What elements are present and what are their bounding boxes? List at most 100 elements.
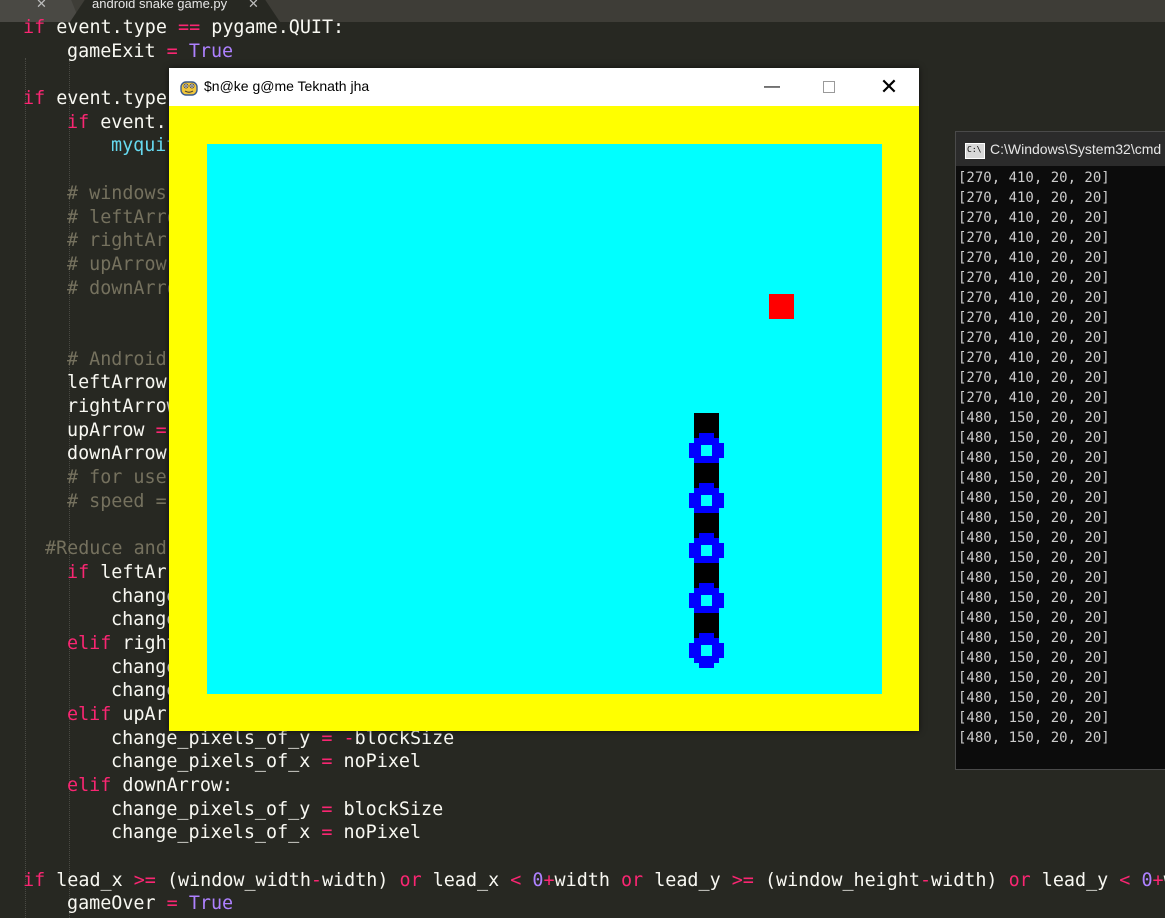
code-token: >=: [133, 869, 156, 891]
code-token: noPixel: [332, 822, 422, 844]
snake-segment-core: [701, 545, 712, 556]
code-token: =: [166, 893, 178, 915]
cmd-output-line: [270, 410, 20, 20]: [958, 170, 1110, 186]
cmd-output-line: [270, 410, 20, 20]: [958, 270, 1110, 286]
code-token: if: [23, 17, 46, 38]
code-token: elif: [67, 703, 112, 725]
cmd-output-line: [270, 410, 20, 20]: [958, 290, 1110, 306]
code-token: change: [111, 609, 178, 631]
code-token: if: [67, 111, 90, 133]
code-token: =: [321, 822, 333, 844]
close-button[interactable]: ✕: [866, 68, 912, 106]
cmd-output-line: [480, 150, 20, 20]: [958, 470, 1110, 486]
code-token: elif: [67, 632, 112, 654]
cmd-output-line: [480, 150, 20, 20]: [958, 430, 1110, 446]
code-token: 0: [1141, 869, 1153, 891]
pygame-window[interactable]: $n@ke g@me Teknath jha — ✕: [169, 68, 919, 731]
code-token: #Reduce and c: [45, 538, 189, 560]
cmd-output-line: [480, 150, 20, 20]: [958, 550, 1110, 566]
code-token: (window_height: [753, 869, 920, 891]
code-token: pygame.QUIT:: [200, 17, 345, 38]
code-token: # Android: [67, 348, 167, 370]
code-token: if: [23, 869, 46, 891]
code-token: myquit: [111, 135, 178, 157]
cmd-output-line: [270, 410, 20, 20]: [958, 310, 1110, 326]
code-token: +: [543, 869, 555, 891]
code-token: # downArro: [67, 277, 178, 299]
code-token: =: [321, 751, 333, 773]
cmd-output-line: [270, 410, 20, 20]: [958, 210, 1110, 226]
game-canvas[interactable]: [169, 106, 919, 731]
code-token: >=: [731, 869, 754, 891]
cmd-output: [270, 410, 20, 20] [270, 410, 20, 20] [270…: [956, 166, 1165, 748]
code-token: # speed =: [67, 490, 167, 512]
code-token: (window_width: [155, 869, 311, 891]
cmd-output-line: [270, 410, 20, 20]: [958, 190, 1110, 206]
code-token: lead_y: [1030, 869, 1120, 891]
code-token: gameOver: [67, 893, 167, 915]
snake-segment-core: [701, 595, 712, 606]
code-token: right: [111, 632, 178, 654]
snake-segment-core: [701, 645, 712, 656]
code-line: gameExit = True: [0, 40, 1165, 64]
snake-segment-blue: [689, 533, 724, 568]
code-token: True: [188, 893, 234, 915]
code-token: upAr: [111, 703, 167, 725]
code-token: rightArrow: [67, 396, 178, 417]
cmd-titlebar[interactable]: C:\ C:\Windows\System32\cmd: [956, 132, 1165, 166]
code-token: True: [188, 40, 234, 62]
cmd-window-title: C:\Windows\System32\cmd: [990, 141, 1162, 157]
code-token: change_pixels_of_x: [111, 822, 322, 844]
game-titlebar[interactable]: $n@ke g@me Teknath jha — ✕: [169, 68, 919, 106]
code-token: event.type: [45, 88, 167, 110]
code-token: event.: [89, 111, 167, 133]
code-token: width): [931, 869, 1009, 891]
cmd-window[interactable]: C:\ C:\Windows\System32\cmd [270, 410, 2…: [955, 131, 1165, 770]
playfield: [207, 144, 882, 694]
snake-segment-blue: [689, 483, 724, 518]
code-token: leftArrow: [67, 372, 167, 394]
code-token: if: [23, 88, 46, 110]
cmd-output-line: [480, 150, 20, 20]: [958, 530, 1110, 546]
code-token: width): [321, 869, 400, 891]
code-token: -: [919, 869, 932, 891]
minimize-button[interactable]: —: [749, 68, 795, 106]
tab-label: android snake game.py: [92, 0, 228, 11]
cmd-output-line: [480, 150, 20, 20]: [958, 670, 1110, 686]
snake-segment-blue: [689, 633, 724, 668]
food-apple: [769, 294, 794, 319]
maximize-button[interactable]: [806, 68, 852, 106]
code-token: noPixel: [332, 751, 422, 773]
code-line: change_pixels_of_y = blockSize: [0, 798, 1165, 822]
cmd-output-line: [270, 410, 20, 20]: [958, 390, 1110, 406]
code-token: =: [166, 40, 178, 62]
tab-close-icon[interactable]: ✕: [36, 0, 47, 11]
tab-close-icon[interactable]: ✕: [248, 0, 259, 11]
code-token: lead_y: [643, 869, 732, 891]
maximize-icon: [823, 81, 835, 93]
code-token: change_pixels_of_y: [111, 798, 322, 820]
cmd-output-line: [480, 150, 20, 20]: [958, 590, 1110, 606]
code-line: elif downArrow:: [0, 774, 1165, 798]
cmd-output-line: [480, 150, 20, 20]: [958, 630, 1110, 646]
code-token: change: [111, 680, 178, 702]
cmd-output-line: [480, 150, 20, 20]: [958, 710, 1110, 726]
code-token: lead_x: [45, 869, 134, 891]
cmd-output-line: [270, 410, 20, 20]: [958, 330, 1110, 346]
code-token: ==: [178, 17, 201, 38]
cmd-output-line: [480, 150, 20, 20]: [958, 410, 1110, 426]
code-token: downArrow:: [111, 775, 234, 796]
code-token: or: [399, 869, 422, 891]
snake-segment-core: [701, 445, 712, 456]
code-token: # windows: [67, 182, 167, 204]
code-token: change: [111, 656, 178, 678]
code-token: -: [310, 869, 322, 891]
snake-segment-core: [701, 495, 712, 506]
code-token: downArrow: [67, 443, 167, 465]
cmd-output-line: [480, 150, 20, 20]: [958, 730, 1110, 746]
code-token: upArrow: [67, 419, 156, 441]
